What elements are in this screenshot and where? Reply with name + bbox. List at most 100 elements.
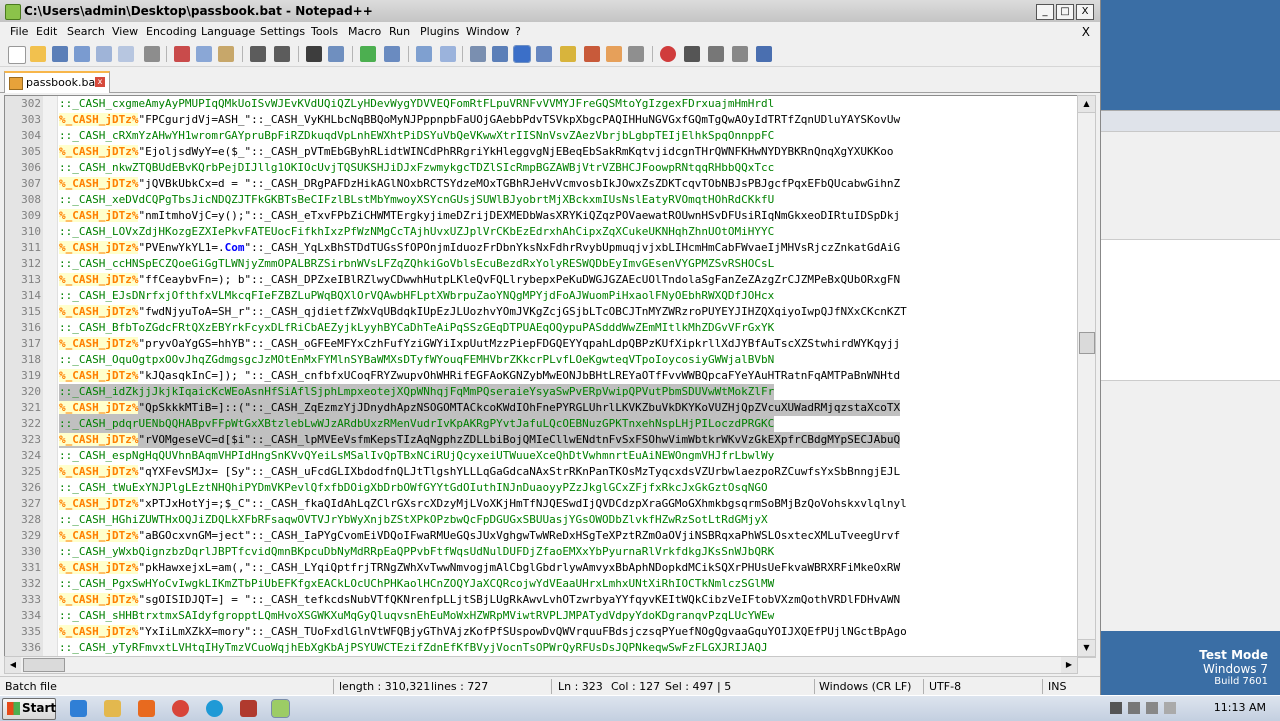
vertical-scroll-thumb[interactable] bbox=[1079, 332, 1095, 354]
monitoring-icon[interactable] bbox=[628, 46, 644, 62]
menu-view[interactable]: View bbox=[112, 25, 138, 38]
code-line[interactable]: 321 %_CASH_jDTz%"QpSkkkMTiB=]::("::_CASH_… bbox=[5, 400, 1077, 416]
code-line[interactable]: 306::_CASH_nkwZTQBUdEBvKQrbPejDIJllg1OKI… bbox=[5, 160, 1077, 176]
menu-help[interactable]: ? bbox=[515, 25, 521, 38]
copy-icon[interactable] bbox=[196, 46, 212, 62]
open-file-icon[interactable] bbox=[30, 46, 46, 62]
code-line[interactable]: 335 %_CASH_jDTz%"YxIiLmXZkX=mory"::_CASH_… bbox=[5, 624, 1077, 640]
paste-icon[interactable] bbox=[218, 46, 234, 62]
print-icon[interactable] bbox=[144, 46, 160, 62]
notepadpp-taskbar-icon[interactable] bbox=[271, 699, 290, 718]
word-wrap-icon[interactable] bbox=[470, 46, 486, 62]
code-line[interactable]: 313 %_CASH_jDTz%"ffCeaybvFn=); b"::_CASH_… bbox=[5, 272, 1077, 288]
title-bar[interactable]: C:\Users\admin\Desktop\passbook.bat - No… bbox=[0, 0, 1100, 22]
file-explorer-icon[interactable] bbox=[104, 700, 121, 717]
close-all-icon[interactable] bbox=[118, 46, 134, 62]
save-macro-icon[interactable] bbox=[756, 46, 772, 62]
code-line[interactable]: 336::_CASH_yTyRFmvxtLVHtqIHyTmzVCuoWqjhE… bbox=[5, 640, 1077, 656]
app-grid-icon[interactable] bbox=[240, 700, 257, 717]
code-line[interactable]: 316::_CASH_BfbToZGdcFRtQXzEBYrkFcyxDLfRi… bbox=[5, 320, 1077, 336]
cut-icon[interactable] bbox=[174, 46, 190, 62]
tab-close-icon[interactable]: x bbox=[95, 77, 105, 87]
chrome-icon[interactable] bbox=[172, 700, 189, 717]
edge-icon[interactable] bbox=[206, 700, 223, 717]
tray-arrow-icon[interactable] bbox=[1110, 702, 1122, 714]
code-line[interactable]: 307 %_CASH_jDTz%"jQVBkUbkCx=d = "::_CASH_… bbox=[5, 176, 1077, 192]
udl-icon[interactable] bbox=[536, 46, 552, 62]
code-line[interactable]: 326::_CASH_tWuExYNJPlgLEztNHQhiPYDmVKPev… bbox=[5, 480, 1077, 496]
folder-workspace-icon[interactable] bbox=[606, 46, 622, 62]
close-document-button[interactable]: X bbox=[1082, 25, 1090, 39]
function-list-icon[interactable] bbox=[584, 46, 600, 62]
close-file-icon[interactable] bbox=[96, 46, 112, 62]
close-button[interactable]: X bbox=[1076, 4, 1094, 20]
code-line[interactable]: 305 %_CASH_jDTz%"EjoljsdWyY=e($_"::_CASH_… bbox=[5, 144, 1077, 160]
code-line[interactable]: 302::_CASH_cxgmeAmyAyPMUPIqQMkUoISvWJEvK… bbox=[5, 96, 1077, 112]
code-line[interactable]: 322::_CASH_pdqrUENbQQHABpvFFpWtGxXBtzleb… bbox=[5, 416, 1077, 432]
code-line[interactable]: 323 %_CASH_jDTz%"rVOMgeseVC=d[$i"::_CASH_… bbox=[5, 432, 1077, 448]
code-line[interactable]: 303 %_CASH_jDTz%"FPCgurjdVj=ASH_"::_CASH_… bbox=[5, 112, 1077, 128]
clock[interactable]: 11:13 AM bbox=[1214, 701, 1266, 714]
code-editor[interactable]: 302::_CASH_cxgmeAmyAyPMUPIqQMkUoISvWJEvK… bbox=[4, 95, 1078, 658]
code-line[interactable]: 320::_CASH_idZkjjJkjkIqaicKcWEoAsnHfSiAf… bbox=[5, 384, 1077, 400]
replace-icon[interactable] bbox=[328, 46, 344, 62]
find-icon[interactable] bbox=[306, 46, 322, 62]
sync-horizontal-icon[interactable] bbox=[440, 46, 456, 62]
network-icon[interactable] bbox=[1128, 702, 1140, 714]
new-file-icon[interactable] bbox=[8, 46, 26, 64]
scroll-up-icon[interactable]: ▲ bbox=[1078, 96, 1095, 113]
scroll-right-icon[interactable]: ▶ bbox=[1061, 657, 1077, 673]
code-line[interactable]: 330::_CASH_yWxbQignzbzDqrlJBPTfcvidQmnBK… bbox=[5, 544, 1077, 560]
doc-map-icon[interactable] bbox=[560, 46, 576, 62]
redo-icon[interactable] bbox=[274, 46, 290, 62]
menu-run[interactable]: Run bbox=[389, 25, 410, 38]
code-line[interactable]: 312::_CASH_ccHNSpECZQoeGiGgTLWNjyZmmOPAL… bbox=[5, 256, 1077, 272]
code-line[interactable]: 310::_CASH_LOVxZdjHKozgEZXIePkvFATEUocFi… bbox=[5, 224, 1077, 240]
flag-notification-icon[interactable] bbox=[1164, 702, 1176, 714]
code-line[interactable]: 327 %_CASH_jDTz%"xPTJxHotYj=;$_C"::_CASH_… bbox=[5, 496, 1077, 512]
menu-settings[interactable]: Settings bbox=[260, 25, 305, 38]
show-all-chars-icon[interactable] bbox=[492, 46, 508, 62]
record-macro-icon[interactable] bbox=[660, 46, 676, 62]
menu-search[interactable]: Search bbox=[67, 25, 105, 38]
menu-language[interactable]: Language bbox=[201, 25, 255, 38]
tab-passbook-bat[interactable]: passbook.bat x bbox=[4, 71, 110, 93]
code-line[interactable]: 314::_CASH_EJsDNrfxjOfthfxVLMkcqFIeFZBZL… bbox=[5, 288, 1077, 304]
vertical-scrollbar[interactable]: ▲ ▼ bbox=[1077, 95, 1096, 658]
code-line[interactable]: 328::_CASH_HGhiZUWTHxOQJiZDQLkXFbRFsaqwO… bbox=[5, 512, 1077, 528]
code-line[interactable]: 319 %_CASH_jDTz%"kJQasqkInC=]); "::_CASH_… bbox=[5, 368, 1077, 384]
scroll-down-icon[interactable]: ▼ bbox=[1078, 639, 1095, 657]
menu-plugins[interactable]: Plugins bbox=[420, 25, 459, 38]
code-line[interactable]: 325 %_CASH_jDTz%"qYXFevSMJx= [Sy"::_CASH_… bbox=[5, 464, 1077, 480]
indent-guide-icon[interactable] bbox=[513, 45, 531, 63]
sync-vertical-icon[interactable] bbox=[416, 46, 432, 62]
play-macro-icon[interactable] bbox=[708, 46, 724, 62]
menu-encoding[interactable]: Encoding bbox=[146, 25, 197, 38]
code-line[interactable]: 317 %_CASH_jDTz%"pryvOaYgGS=hhYB"::_CASH_… bbox=[5, 336, 1077, 352]
horizontal-scroll-thumb[interactable] bbox=[23, 658, 65, 672]
zoom-out-icon[interactable] bbox=[384, 46, 400, 62]
code-line[interactable]: 315 %_CASH_jDTz%"fwdNjyuToA=SH_r"::_CASH_… bbox=[5, 304, 1077, 320]
run-macro-multiple-icon[interactable] bbox=[732, 46, 748, 62]
code-line[interactable]: 329 %_CASH_jDTz%"aBGOcxvnGM=ject"::_CASH_… bbox=[5, 528, 1077, 544]
media-player-icon[interactable] bbox=[138, 700, 155, 717]
stop-macro-icon[interactable] bbox=[684, 46, 700, 62]
code-line[interactable]: 334::_CASH_sHHBtrxtmxSAIdyfgropptLQmHvoX… bbox=[5, 608, 1077, 624]
code-line[interactable]: 318::_CASH_OquOgtpxOOvJhqZGdmgsgcJzMOtEn… bbox=[5, 352, 1077, 368]
save-icon[interactable] bbox=[52, 46, 68, 62]
code-line[interactable]: 308::_CASH_xeDVdCQPgTbsJicNDQZJTFkGKBTsB… bbox=[5, 192, 1077, 208]
internet-explorer-icon[interactable] bbox=[70, 700, 87, 717]
code-line[interactable]: 324::_CASH_espNgHqQUVhnBAqmVHPIdHngSnKVv… bbox=[5, 448, 1077, 464]
scroll-left-icon[interactable]: ◀ bbox=[5, 657, 21, 673]
undo-icon[interactable] bbox=[250, 46, 266, 62]
volume-icon[interactable] bbox=[1146, 702, 1158, 714]
save-all-icon[interactable] bbox=[74, 46, 90, 62]
menu-tools[interactable]: Tools bbox=[311, 25, 338, 38]
menu-file[interactable]: File bbox=[10, 25, 28, 38]
code-line[interactable]: 332::_CASH_PgxSwHYoCvIwgkLIKmZTbPiUbEFKf… bbox=[5, 576, 1077, 592]
code-line[interactable]: 331 %_CASH_jDTz%"pkHawxejxL=am(,"::_CASH_… bbox=[5, 560, 1077, 576]
menu-macro[interactable]: Macro bbox=[348, 25, 381, 38]
code-line[interactable]: 304::_CASH_cRXmYzAHwYH1wromrGAYpruBpFiRZ… bbox=[5, 128, 1077, 144]
code-line[interactable]: 309 %_CASH_jDTz%"nmItmhoVjC=y();"::_CASH_… bbox=[5, 208, 1077, 224]
code-line[interactable]: 333 %_CASH_jDTz%"sgOISIDJQT=] = "::_CASH_… bbox=[5, 592, 1077, 608]
